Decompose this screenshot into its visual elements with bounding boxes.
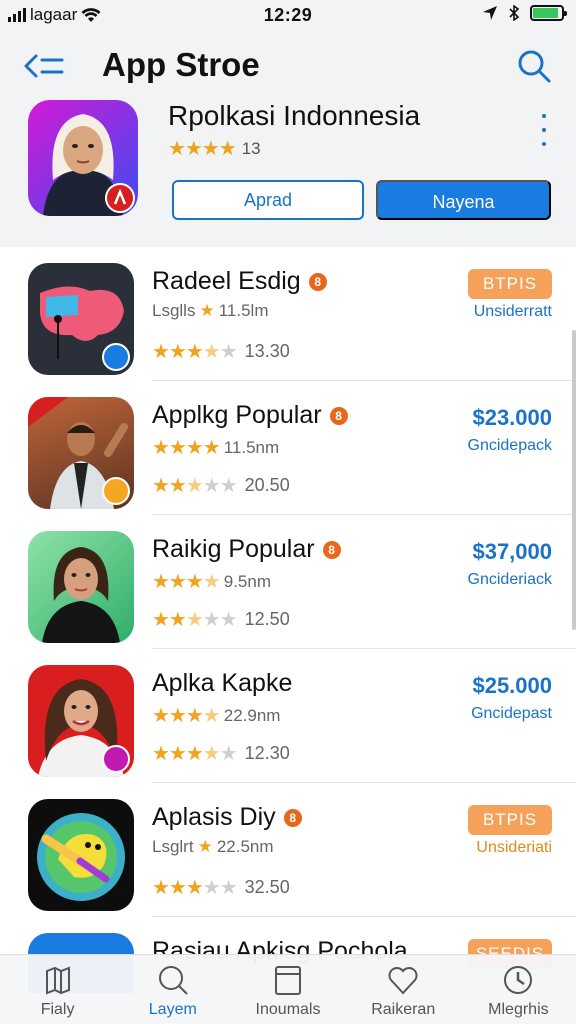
app-price[interactable]: $25.000 bbox=[472, 673, 552, 699]
app-meta: Lsglrt ★ 22.5nm bbox=[152, 837, 274, 856]
badge-icon bbox=[102, 745, 130, 773]
app-icon bbox=[28, 799, 134, 911]
app-meta: ★★★★ 9.5nm bbox=[152, 571, 271, 593]
search-icon[interactable] bbox=[516, 48, 552, 84]
status-badge[interactable]: BTPIS bbox=[468, 805, 552, 835]
tab-mlegrhis[interactable]: Mlegrhis bbox=[461, 955, 576, 1024]
tab-label: Layem bbox=[148, 1001, 197, 1018]
scrollbar[interactable] bbox=[572, 330, 576, 630]
app-name: Radeel Esdig 8 bbox=[152, 267, 327, 296]
back-icon[interactable] bbox=[22, 48, 68, 84]
tab-bar: Fialy Layem Inoumals Raikeran Mlegrhis bbox=[0, 954, 576, 1024]
clock-icon bbox=[504, 966, 533, 994]
bluetooth-icon bbox=[509, 5, 520, 21]
list-item[interactable]: Aplasis Diy 8 Lsglrt ★ 22.5nm ★★★★★ 32.50 BT… bbox=[0, 783, 576, 917]
app-rating: ★★★★★ 13.30 bbox=[152, 341, 290, 363]
search-icon bbox=[158, 966, 188, 995]
store-header: App Stroe Rpolkasi Indonnesia ★★★★ 13 Ap… bbox=[0, 32, 576, 247]
app-icon bbox=[28, 665, 134, 777]
app-name: Raikig Popular 8 bbox=[152, 535, 341, 564]
app-rating: ★★★★★ 20.50 bbox=[152, 475, 290, 497]
verified-icon: 8 bbox=[329, 406, 348, 425]
app-name: Aplka Kapke bbox=[152, 669, 293, 697]
app-icon bbox=[28, 531, 134, 643]
status-bar: lagaar 12:29 bbox=[0, 0, 576, 32]
more-options-icon[interactable] bbox=[542, 114, 546, 146]
app-meta: ★★★★ 11.5nm bbox=[152, 437, 280, 459]
app-note: Unsideriati bbox=[476, 839, 552, 856]
status-badge[interactable]: BTPIS bbox=[468, 269, 552, 299]
app-icon bbox=[28, 397, 134, 509]
heart-icon bbox=[388, 967, 418, 995]
tab-inoumals[interactable]: Inoumals bbox=[230, 955, 345, 1024]
app-name: Aplasis Diy 8 bbox=[152, 803, 302, 832]
tab-label: Mlegrhis bbox=[488, 1001, 549, 1018]
list-item[interactable]: Raikig Popular 8 ★★★★ 9.5nm ★★★★★ 12.50 $37… bbox=[0, 515, 576, 649]
app-note: Gncideriack bbox=[467, 571, 552, 588]
rating-count: 13 bbox=[241, 138, 261, 158]
badge-icon bbox=[102, 477, 130, 505]
app-note: Unsiderratt bbox=[473, 303, 552, 320]
app-name: Applkg Popular 8 bbox=[152, 401, 348, 430]
app-rating: ★★★★★ 12.30 bbox=[152, 743, 290, 765]
tab-fialy[interactable]: Fialy bbox=[0, 955, 115, 1024]
verified-icon: 8 bbox=[322, 540, 341, 559]
badge-icon bbox=[102, 343, 130, 371]
featured-app-title: Rpolkasi Indonnesia bbox=[168, 100, 421, 131]
battery-icon bbox=[530, 5, 567, 21]
app-rating: ★★★★★ 12.50 bbox=[152, 609, 290, 631]
list-item[interactable]: Radeel Esdig 8 Lsglls ★ 11.5lm ★★★★★ 13.30 B… bbox=[0, 247, 576, 381]
tab-layem[interactable]: Layem bbox=[115, 955, 230, 1024]
status-right bbox=[482, 5, 567, 21]
map-icon bbox=[45, 966, 70, 995]
list-item[interactable]: Applkg Popular 8 ★★★★ 11.5nm ★★★★★ 20.50 $2… bbox=[0, 381, 576, 515]
document-icon bbox=[275, 966, 301, 995]
secondary-action-button[interactable]: Aprad bbox=[172, 180, 364, 220]
app-rating: ★★★★★ 32.50 bbox=[152, 877, 290, 899]
verified-icon: 8 bbox=[308, 272, 327, 291]
location-icon bbox=[483, 6, 497, 20]
verified-icon: 8 bbox=[283, 808, 302, 827]
list-item[interactable]: Aplka Kapke ★★★★ 22.9nm ★★★★★ 12.30 $25.00… bbox=[0, 649, 576, 783]
tab-label: Fialy bbox=[40, 1001, 75, 1018]
rating-stars-icon: ★★★★ bbox=[168, 138, 237, 160]
app-icon bbox=[28, 263, 134, 375]
featured-app-icon[interactable] bbox=[28, 100, 138, 216]
tab-raikeran[interactable]: Raikeran bbox=[346, 955, 461, 1024]
tab-label: Raikeran bbox=[371, 1001, 436, 1018]
app-note: Gncidepack bbox=[467, 437, 553, 454]
primary-action-button[interactable]: Nayena bbox=[376, 180, 551, 220]
app-price[interactable]: $37,000 bbox=[472, 539, 552, 565]
app-price[interactable]: $23.000 bbox=[472, 405, 552, 431]
tab-label: Inoumals bbox=[255, 1001, 321, 1018]
featured-rating: ★★★★ 13 bbox=[168, 136, 261, 161]
app-list: Radeel Esdig 8 Lsglls ★ 11.5lm ★★★★★ 13.30 B… bbox=[0, 247, 576, 993]
app-meta: ★★★★ 22.9nm bbox=[152, 705, 281, 727]
app-meta: Lsglls ★ 11.5lm bbox=[152, 301, 269, 320]
page-title: App Stroe bbox=[102, 46, 260, 83]
app-note: Gncidepast bbox=[471, 705, 552, 722]
